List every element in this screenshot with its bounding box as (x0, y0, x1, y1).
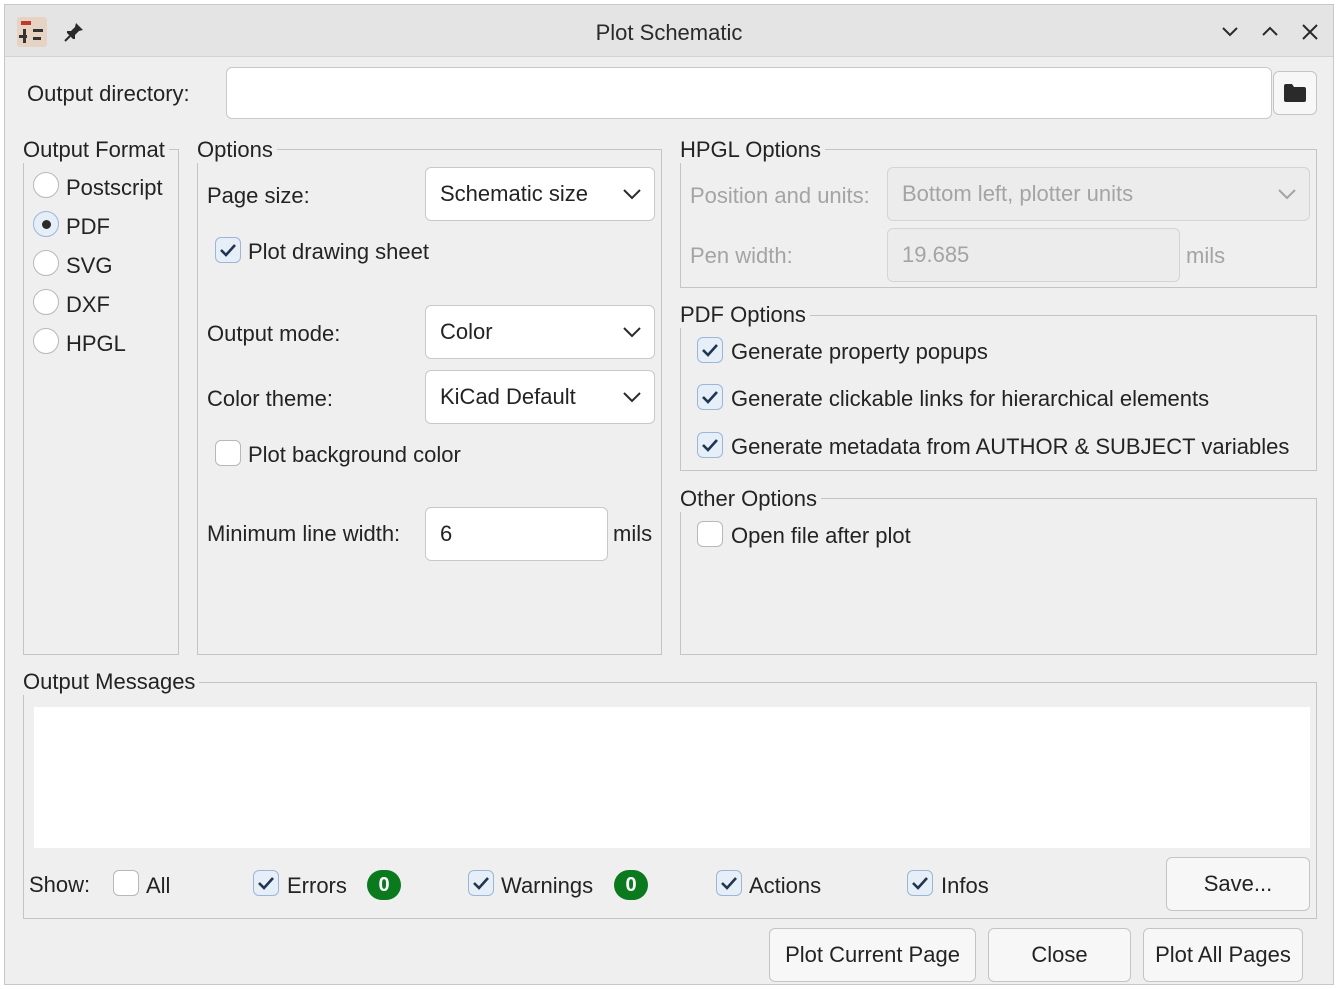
output-mode-label: Output mode: (207, 321, 341, 346)
options-title: Options (197, 137, 277, 163)
min-line-width-label: Minimum line width: (207, 521, 401, 546)
pen-width-input[interactable]: 19.685 (887, 228, 1180, 282)
chevron-down-icon (1278, 189, 1296, 200)
radio-postscript-label: Postscript (66, 175, 163, 200)
radio-hpgl[interactable] (33, 328, 59, 354)
show-infos-label: Infos (941, 873, 989, 898)
pen-width-unit: mils (1186, 243, 1226, 268)
output-messages-panel[interactable] (34, 707, 1310, 848)
window-title: Plot Schematic (595, 20, 743, 45)
page-size-value: Schematic size (440, 181, 588, 206)
open-file-after-plot-label: Open file after plot (731, 523, 911, 548)
plot-drawing-sheet-label: Plot drawing sheet (248, 239, 429, 264)
generate-property-popups-checkbox[interactable] (697, 337, 723, 363)
page-size-label: Page size: (207, 183, 310, 208)
title-bar: Plot Schematic (5, 5, 1333, 57)
close-button[interactable]: Close (988, 928, 1131, 982)
radio-hpgl-label: HPGL (66, 331, 126, 356)
radio-svg-label: SVG (66, 253, 113, 278)
radio-dxf[interactable] (33, 289, 59, 315)
checkmark-icon (220, 244, 236, 257)
radio-svg[interactable] (33, 250, 59, 276)
warnings-count-badge: 0 (614, 870, 648, 900)
plot-background-color-label: Plot background color (248, 442, 461, 467)
show-errors-label: Errors (287, 873, 347, 898)
checkmark-icon (721, 877, 737, 890)
position-units-label: Position and units: (690, 183, 870, 208)
plot-all-pages-button[interactable]: Plot All Pages (1143, 928, 1303, 982)
generate-property-popups-label: Generate property popups (731, 339, 988, 364)
color-theme-value: KiCad Default (440, 384, 576, 409)
save-messages-button[interactable]: Save... (1166, 857, 1310, 911)
show-all-checkbox[interactable] (113, 870, 139, 896)
errors-count-badge: 0 (367, 870, 401, 900)
show-label: Show: (29, 872, 91, 897)
output-directory-input[interactable] (226, 67, 1272, 119)
checkmark-icon (473, 877, 489, 890)
show-actions-label: Actions (749, 873, 822, 898)
pen-width-label: Pen width: (690, 243, 793, 268)
checkmark-icon (702, 439, 718, 452)
output-messages-title: Output Messages (23, 669, 200, 695)
color-theme-label: Color theme: (207, 386, 333, 411)
radio-dxf-label: DXF (66, 292, 110, 317)
output-mode-value: Color (440, 319, 493, 344)
position-units-value: Bottom left, plotter units (902, 181, 1134, 206)
position-units-select[interactable]: Bottom left, plotter units (887, 167, 1310, 221)
open-file-after-plot-checkbox[interactable] (697, 521, 723, 547)
minimize-icon[interactable] (1217, 19, 1243, 45)
checkmark-icon (912, 877, 928, 890)
plot-schematic-dialog: Plot Schematic Output directory: Output … (4, 4, 1334, 985)
generate-metadata-label: Generate metadata from AUTHOR & SUBJECT … (731, 434, 1290, 459)
show-warnings-label: Warnings (501, 873, 594, 898)
generate-clickable-links-label: Generate clickable links for hierarchica… (731, 386, 1210, 411)
checkmark-icon (702, 344, 718, 357)
radio-pdf-label: PDF (66, 214, 110, 239)
chevron-down-icon (623, 327, 641, 338)
output-mode-select[interactable]: Color (425, 305, 655, 359)
show-warnings-checkbox[interactable] (468, 870, 494, 896)
output-directory-label: Output directory: (27, 81, 190, 106)
plot-background-color-checkbox[interactable] (215, 440, 241, 466)
plot-current-page-button[interactable]: Plot Current Page (769, 928, 976, 982)
show-all-label: All (146, 873, 171, 898)
close-icon[interactable] (1297, 19, 1323, 45)
show-errors-checkbox[interactable] (253, 870, 279, 896)
maximize-icon[interactable] (1257, 19, 1283, 45)
generate-clickable-links-checkbox[interactable] (697, 384, 723, 410)
other-options-group (680, 498, 1317, 655)
show-actions-checkbox[interactable] (716, 870, 742, 896)
radio-postscript[interactable] (33, 172, 59, 198)
folder-icon (1284, 84, 1306, 102)
chevron-down-icon (623, 392, 641, 403)
other-options-title: Other Options (680, 486, 821, 512)
page-size-select[interactable]: Schematic size (425, 167, 655, 221)
min-line-width-unit: mils (613, 521, 653, 546)
chevron-down-icon (623, 189, 641, 200)
min-line-width-input[interactable]: 6 (425, 507, 608, 561)
color-theme-select[interactable]: KiCad Default (425, 370, 655, 424)
browse-directory-button[interactable] (1273, 71, 1317, 115)
output-format-title: Output Format (23, 137, 169, 163)
radio-pdf[interactable] (33, 211, 59, 237)
hpgl-options-title: HPGL Options (680, 137, 826, 163)
generate-metadata-checkbox[interactable] (697, 432, 723, 458)
plot-drawing-sheet-checkbox[interactable] (215, 237, 241, 263)
pdf-options-title: PDF Options (680, 302, 810, 328)
checkmark-icon (258, 877, 274, 890)
checkmark-icon (702, 391, 718, 404)
show-infos-checkbox[interactable] (907, 870, 933, 896)
